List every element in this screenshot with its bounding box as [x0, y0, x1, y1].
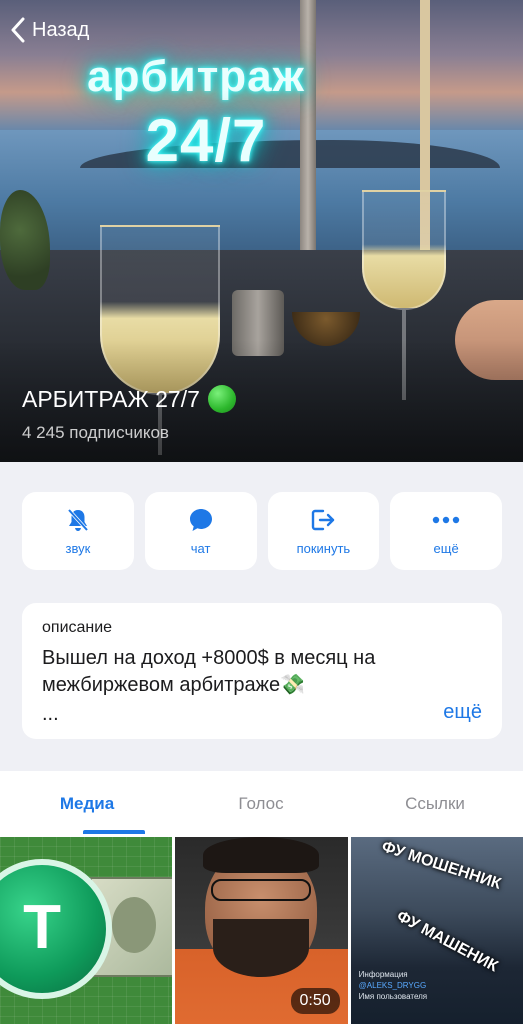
tab-media[interactable]: Медиа: [0, 771, 174, 837]
description-more-link[interactable]: ещё: [443, 701, 482, 724]
description-ellipsis: ...: [42, 703, 59, 725]
photo-neon-text-line1: арбитраж: [87, 52, 305, 101]
media-thumbnail-video[interactable]: 0:50: [175, 837, 348, 1024]
leave-label: покинуть: [296, 540, 351, 556]
media-grid: T 0:50 ФУ МОШЕННИК ФУ МАШЕНИК Информация…: [0, 837, 523, 1024]
channel-actions: звук чат покинуть ещё: [22, 492, 502, 570]
media-thumbnail[interactable]: ФУ МОШЕННИК ФУ МАШЕНИК Информация @ALEKS…: [350, 837, 523, 1024]
more-label: ещё: [433, 540, 459, 556]
tab-links[interactable]: Ссылки: [348, 771, 522, 837]
video-duration-badge: 0:50: [290, 988, 340, 1014]
back-button[interactable]: Назад: [10, 14, 89, 46]
screenshot-info: Информация @ALEKS_DRYGG Имя пользователя: [359, 969, 519, 1002]
leave-icon: [309, 507, 337, 533]
info-handle: @ALEKS_DRYGG: [358, 981, 427, 990]
chat-button[interactable]: чат: [144, 492, 257, 570]
mute-label: звук: [65, 540, 91, 556]
glasses-image: [211, 879, 312, 901]
overlay-text-2: ФУ МАШЕНИК: [393, 907, 501, 976]
info-caption: Имя пользователя: [358, 992, 428, 1001]
chevron-left-icon: [10, 17, 26, 43]
bell-muted-icon: [65, 507, 91, 533]
subscriber-count: 4 245 подписчиков: [22, 423, 169, 442]
description-text: Вышел на доход +8000$ в месяц на межбирж…: [42, 647, 376, 696]
tab-voice[interactable]: Голос: [174, 771, 348, 837]
photo-neon-text-line2: 24/7: [145, 107, 267, 174]
channel-title: АРБИТРАЖ 27/7: [22, 385, 236, 413]
info-heading: Информация: [358, 970, 408, 979]
more-dots-icon: [431, 507, 461, 533]
channel-header-photo: арбитраж 24/7 АРБИТРАЖ 27/7 4 245 подпис…: [0, 0, 523, 462]
description-label: описание: [42, 619, 113, 636]
active-tab-indicator: [83, 830, 145, 834]
media-tabs: Медиа Голос Ссылки: [0, 771, 523, 837]
description-card: описание Вышел на доход +8000$ в месяц н…: [22, 603, 502, 739]
green-circle-icon: [207, 385, 236, 413]
media-thumbnail[interactable]: T: [0, 837, 173, 1024]
overlay-text-1: ФУ МОШЕННИК: [379, 838, 503, 893]
chat-label: чат: [190, 540, 211, 556]
mute-button[interactable]: звук: [22, 492, 134, 570]
back-label: Назад: [32, 18, 90, 41]
more-button[interactable]: ещё: [390, 492, 502, 570]
chat-bubble-icon: [188, 507, 214, 533]
leave-button[interactable]: покинуть: [267, 492, 380, 570]
channel-name: АРБИТРАЖ 27/7: [22, 385, 200, 412]
